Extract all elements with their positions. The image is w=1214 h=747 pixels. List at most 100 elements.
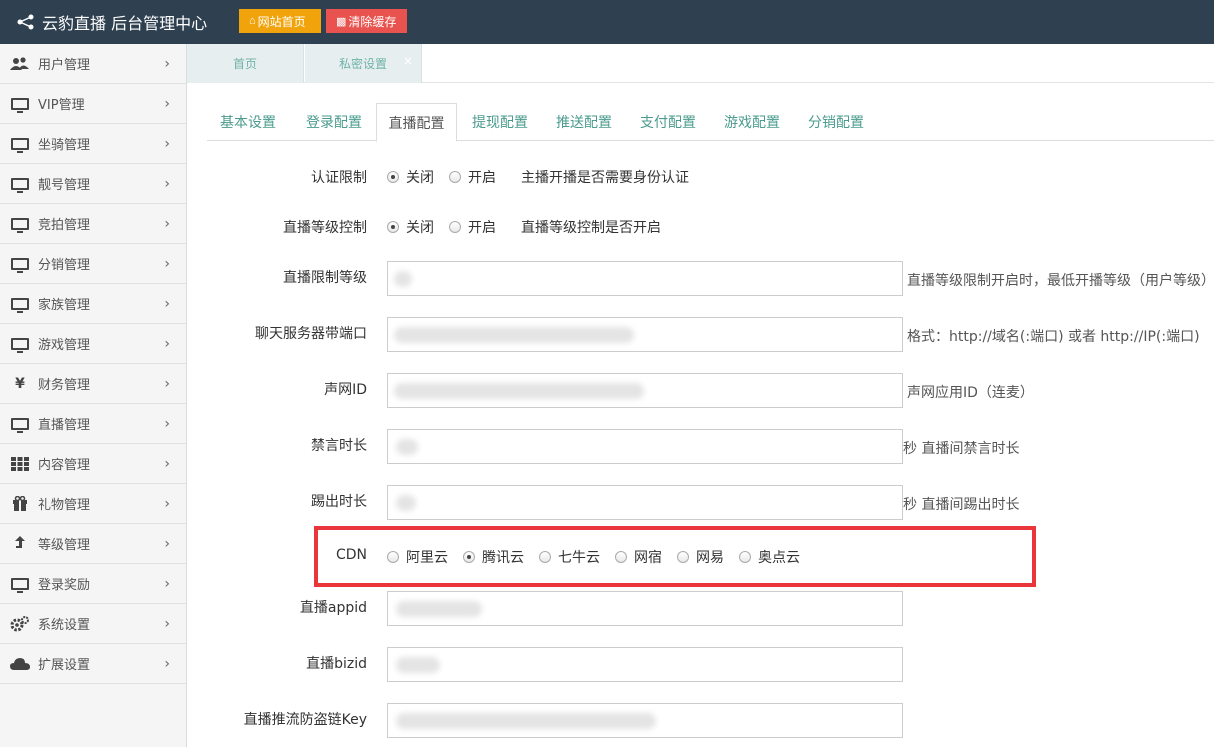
chevron-right-icon: › xyxy=(164,416,170,432)
sidebar-item-family[interactable]: 家族管理 › xyxy=(0,284,186,324)
live-appid-label: 直播appid xyxy=(299,600,367,616)
kick-duration-help: 秒 直播间踢出时长 xyxy=(903,497,1020,513)
subtab-live-config[interactable]: 直播配置 xyxy=(376,103,457,142)
auth-limit-on-radio[interactable]: 开启 xyxy=(449,167,496,187)
live-level-control-help: 直播等级控制是否开启 xyxy=(521,220,661,236)
live-push-key-input[interactable] xyxy=(387,703,903,738)
sidebar-item-content[interactable]: 内容管理 › xyxy=(0,444,186,484)
sidebar-item-distribution[interactable]: 分销管理 › xyxy=(0,244,186,284)
sidebar-item-auction[interactable]: 竞拍管理 › xyxy=(0,204,186,244)
app-title: 云豹直播 后台管理中心 xyxy=(42,14,208,33)
cdn-option-wangsu-radio[interactable]: 网宿 xyxy=(615,547,662,567)
sidebar-item-live[interactable]: 直播管理 › xyxy=(0,404,186,444)
sidebar-item-label: 系统设置 xyxy=(38,618,91,633)
live-appid-input[interactable] xyxy=(387,591,903,626)
sidebar-item-label: 财务管理 xyxy=(38,378,91,393)
live-level-limit-input[interactable] xyxy=(387,261,903,296)
tab-private-settings[interactable]: 私密设置 × xyxy=(305,44,422,83)
gears-icon xyxy=(10,615,30,632)
chevron-right-icon: › xyxy=(164,376,170,392)
sidebar-item-pretty-numbers[interactable]: 靓号管理 › xyxy=(0,164,186,204)
sidebar-item-games[interactable]: 游戏管理 › xyxy=(0,324,186,364)
gift-icon xyxy=(10,496,30,512)
live-bizid-input[interactable] xyxy=(387,647,903,682)
cdn-option-qiniu-radio[interactable]: 七牛云 xyxy=(539,547,600,567)
cdn-option-tencent-radio[interactable]: 腾讯云 xyxy=(463,547,524,567)
cdn-option-netease-radio[interactable]: 网易 xyxy=(677,547,724,567)
chevron-right-icon: › xyxy=(164,616,170,632)
sidebar-item-extension-settings[interactable]: 扩展设置 › xyxy=(0,644,186,684)
monitor-icon xyxy=(10,96,30,113)
chat-server-port-input[interactable] xyxy=(387,317,903,352)
close-icon[interactable]: × xyxy=(403,54,413,68)
agora-id-input[interactable] xyxy=(387,373,903,408)
mute-duration-help: 秒 直播间禁言时长 xyxy=(903,441,1020,457)
subtab-payment-config[interactable]: 支付配置 xyxy=(627,103,709,141)
sidebar-item-vip[interactable]: VIP管理 › xyxy=(0,84,186,124)
chevron-right-icon: › xyxy=(164,216,170,232)
cdn-option-aodianyun-radio[interactable]: 奥点云 xyxy=(739,547,800,567)
redacted-value xyxy=(396,657,440,673)
tab-home[interactable]: 首页 xyxy=(187,44,304,83)
chat-server-port-label: 聊天服务器带端口 xyxy=(255,326,367,342)
sidebar-item-label: 用户管理 xyxy=(38,58,91,73)
radio-unchecked-icon xyxy=(449,171,461,183)
chevron-right-icon: › xyxy=(164,336,170,352)
sidebar-item-label: 扩展设置 xyxy=(38,658,91,673)
share-icon xyxy=(17,14,34,30)
sidebar-item-login-rewards[interactable]: 登录奖励 › xyxy=(0,564,186,604)
live-level-control-label: 直播等级控制 xyxy=(283,220,367,236)
sidebar-item-label: 竞拍管理 xyxy=(38,218,91,233)
tab-private-settings-label: 私密设置 xyxy=(338,57,387,71)
sidebar-item-finance[interactable]: ¥ 财务管理 › xyxy=(0,364,186,404)
subtab-withdraw-config[interactable]: 提现配置 xyxy=(459,103,541,141)
chevron-right-icon: › xyxy=(164,656,170,672)
sidebar-item-label: 登录奖励 xyxy=(38,578,91,593)
sidebar-item-levels[interactable]: 等级管理 › xyxy=(0,524,186,564)
radio-unchecked-icon xyxy=(449,221,461,233)
cdn-label: CDN xyxy=(335,547,367,563)
kick-duration-input[interactable] xyxy=(387,485,903,520)
sidebar-item-system-settings[interactable]: 系统设置 › xyxy=(0,604,186,644)
monitor-icon xyxy=(10,216,30,233)
radio-label: 关闭 xyxy=(406,170,434,186)
monitor-icon xyxy=(10,176,30,193)
clear-cache-label: 清除缓存 xyxy=(348,14,397,29)
radio-label: 关闭 xyxy=(406,220,434,236)
radio-unchecked-icon xyxy=(539,551,551,563)
subtab-login-config[interactable]: 登录配置 xyxy=(293,103,375,141)
radio-label: 奥点云 xyxy=(758,550,800,566)
sidebar-item-label: 分销管理 xyxy=(38,258,91,273)
monitor-icon xyxy=(10,576,30,593)
auth-limit-label: 认证限制 xyxy=(311,170,367,186)
live-push-key-label: 直播推流防盗链Key xyxy=(243,712,367,728)
monitor-icon xyxy=(10,336,30,353)
sidebar-item-label: 坐骑管理 xyxy=(38,138,91,153)
sidebar-item-gifts[interactable]: 礼物管理 › xyxy=(0,484,186,524)
live-level-control-on-radio[interactable]: 开启 xyxy=(449,217,496,237)
clear-cache-button[interactable]: ▩ 清除缓存 xyxy=(326,9,407,33)
subtab-distribution-config[interactable]: 分销配置 xyxy=(795,103,877,141)
top-bar: 云豹直播 后台管理中心 ⌂ 网站首页 ▩ 清除缓存 xyxy=(0,0,1214,44)
live-level-control-off-radio[interactable]: 关闭 xyxy=(387,217,434,237)
sidebar-item-mounts[interactable]: 坐骑管理 › xyxy=(0,124,186,164)
subtab-basic-settings[interactable]: 基本设置 xyxy=(207,103,289,141)
chevron-right-icon: › xyxy=(164,136,170,152)
app-brand: 云豹直播 后台管理中心 xyxy=(16,0,207,44)
website-home-button[interactable]: ⌂ 网站首页 xyxy=(239,9,321,33)
grid-icon xyxy=(10,456,30,472)
tab-home-label: 首页 xyxy=(232,57,257,71)
chevron-right-icon: › xyxy=(164,456,170,472)
auth-limit-off-radio[interactable]: 关闭 xyxy=(387,167,434,187)
chevron-right-icon: › xyxy=(164,576,170,592)
subtab-game-config[interactable]: 游戏配置 xyxy=(711,103,793,141)
mute-duration-input[interactable] xyxy=(387,429,903,464)
sidebar-item-users[interactable]: 用户管理 › xyxy=(0,44,186,84)
radio-label: 腾讯云 xyxy=(482,550,524,566)
sidebar-item-label: 游戏管理 xyxy=(38,338,91,353)
cdn-option-aliyun-radio[interactable]: 阿里云 xyxy=(387,547,448,567)
users-icon xyxy=(10,56,30,72)
sidebar-item-label: 直播管理 xyxy=(38,418,91,433)
radio-unchecked-icon xyxy=(387,551,399,563)
subtab-push-config[interactable]: 推送配置 xyxy=(543,103,625,141)
